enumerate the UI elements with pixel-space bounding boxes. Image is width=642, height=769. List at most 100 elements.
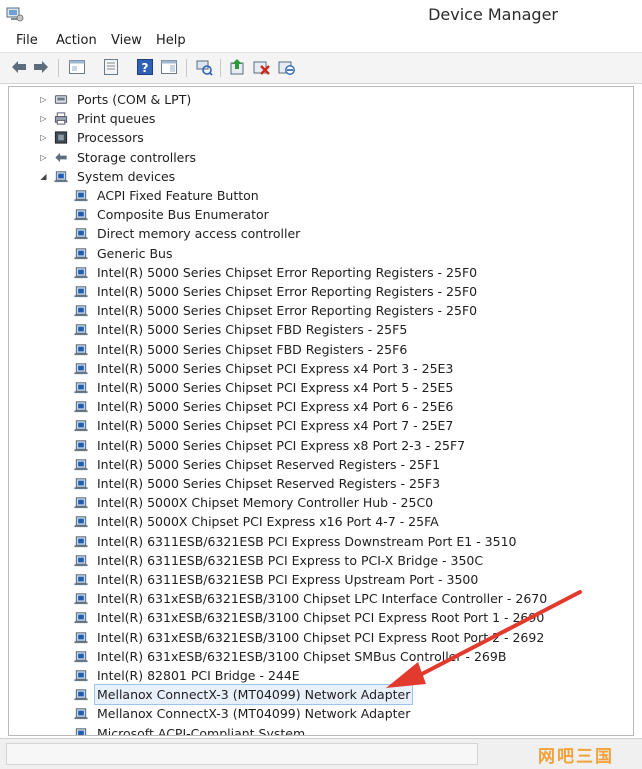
system-device-icon	[74, 247, 88, 259]
system-device-icon	[74, 343, 88, 355]
tree-device-row[interactable]: ACPI Fixed Feature Button	[9, 186, 629, 205]
tree-item-label: Intel(R) 5000 Series Chipset PCI Express…	[97, 380, 454, 395]
expand-arrow-icon[interactable]: ▷	[39, 90, 48, 109]
show-hide-tree-icon[interactable]	[68, 58, 86, 76]
ports-icon	[54, 95, 68, 104]
system-device-icon	[74, 286, 88, 298]
system-device-icon	[74, 631, 88, 643]
system-device-icon	[74, 593, 88, 605]
tree-device-row[interactable]: Intel(R) 5000 Series Chipset PCI Express…	[9, 359, 629, 378]
tree-device-row[interactable]: Intel(R) 5000X Chipset PCI Express x16 P…	[9, 512, 629, 531]
tree-device-row[interactable]: Intel(R) 5000 Series Chipset FBD Registe…	[9, 340, 629, 359]
tree-device-row[interactable]: Direct memory access controller	[9, 224, 629, 243]
update-driver-icon[interactable]	[228, 58, 246, 76]
forward-arrow-icon[interactable]	[32, 58, 50, 76]
menu-action[interactable]: Action	[56, 33, 97, 48]
system-device-icon	[74, 190, 88, 202]
tree-device-row[interactable]: Intel(R) 5000X Chipset Memory Controller…	[9, 493, 629, 512]
tree-item-label: Intel(R) 631xESB/6321ESB/3100 Chipset PC…	[97, 610, 545, 626]
tree-category-row[interactable]: ▷ Print queues	[9, 109, 629, 128]
system-device-icon	[74, 382, 88, 394]
tree-item-label: Storage controllers	[77, 149, 197, 165]
menu-view[interactable]: View	[111, 33, 142, 48]
tree-device-row[interactable]: Intel(R) 6311ESB/6321ESB PCI Express Dow…	[9, 532, 629, 551]
system-devices-icon	[54, 171, 68, 182]
back-arrow-icon[interactable]	[10, 58, 28, 76]
tree-device-row[interactable]: Mellanox ConnectX-3 (MT04099) Network Ad…	[9, 704, 629, 723]
tree-device-row[interactable]: Intel(R) 631xESB/6321ESB/3100 Chipset PC…	[9, 608, 629, 627]
tree-category-row[interactable]: ◢ System devices	[9, 167, 629, 186]
tree-device-row[interactable]: Intel(R) 5000 Series Chipset Error Repor…	[9, 282, 629, 301]
menu-file[interactable]: File	[16, 33, 38, 48]
tree-device-row[interactable]: Intel(R) 5000 Series Chipset Error Repor…	[9, 301, 629, 320]
system-device-icon	[74, 689, 88, 701]
tree-device-row[interactable]: Intel(R) 6311ESB/6321ESB PCI Express Ups…	[9, 570, 629, 589]
tree-item-label: Intel(R) 5000 Series Chipset Error Repor…	[97, 303, 478, 319]
tree-item-label: Ports (COM & LPT)	[77, 92, 192, 107]
tree-category-row[interactable]: ▷ Storage controllers	[9, 148, 629, 167]
tree-item-label: Microsoft ACPI-Compliant System	[97, 725, 306, 736]
tree-device-row[interactable]: Intel(R) 5000 Series Chipset Reserved Re…	[9, 474, 629, 493]
storage-controller-icon	[55, 152, 67, 162]
expand-arrow-icon[interactable]: ▷	[39, 128, 48, 147]
system-device-icon	[74, 535, 88, 547]
tree-device-row[interactable]: Intel(R) 5000 Series Chipset PCI Express…	[9, 378, 629, 397]
system-device-icon	[74, 267, 88, 278]
tree-device-row[interactable]: Intel(R) 6311ESB/6321ESB PCI Express to …	[9, 551, 629, 570]
expand-arrow-icon[interactable]: ▷	[39, 148, 48, 167]
tree-item-label: Intel(R) 631xESB/6321ESB/3100 Chipset SM…	[97, 648, 507, 664]
tree-item-label: Intel(R) 5000 Series Chipset Reserved Re…	[97, 476, 441, 491]
tree-device-row[interactable]: Mellanox ConnectX-3 (MT04099) Network Ad…	[9, 684, 629, 706]
tree-item-label: Composite Bus Enumerator	[97, 207, 269, 223]
toolbar-separator	[58, 59, 59, 77]
tree-device-row[interactable]: Intel(R) 5000 Series Chipset PCI Express…	[9, 416, 629, 435]
show-hide-action-pane-icon[interactable]	[160, 58, 178, 76]
tree-item-label: ACPI Fixed Feature Button	[97, 188, 259, 203]
system-device-icon	[74, 324, 88, 336]
tree-item-label: Direct memory access controller	[97, 226, 301, 242]
tree-item-label: Intel(R) 6311ESB/6321ESB PCI Express Ups…	[97, 572, 479, 587]
tree-device-row[interactable]: Intel(R) 82801 PCI Bridge - 244E	[9, 666, 629, 685]
tree-device-row[interactable]: Microsoft ACPI-Compliant System	[9, 724, 629, 736]
expand-arrow-icon[interactable]: ▷	[39, 109, 48, 128]
tree-item-label: Intel(R) 5000 Series Chipset Error Repor…	[97, 264, 478, 280]
toolbar-separator	[186, 59, 187, 77]
collapse-arrow-icon[interactable]: ◢	[39, 167, 48, 186]
tree-device-row[interactable]: Intel(R) 5000 Series Chipset PCI Express…	[9, 436, 629, 455]
tree-device-row[interactable]: Intel(R) 631xESB/6321ESB/3100 Chipset PC…	[9, 628, 629, 647]
tree-device-row[interactable]: Intel(R) 5000 Series Chipset FBD Registe…	[9, 320, 629, 339]
system-device-icon	[74, 478, 88, 490]
printer-icon	[54, 112, 68, 125]
system-device-icon	[74, 555, 88, 566]
uninstall-device-icon[interactable]	[252, 58, 270, 76]
tree-category-row[interactable]: ▷ Ports (COM & LPT)	[9, 90, 629, 109]
tree-device-row[interactable]: Composite Bus Enumerator	[9, 205, 629, 224]
tree-item-label: Intel(R) 5000X Chipset Memory Controller…	[97, 495, 434, 511]
tree-item-label: Intel(R) 5000X Chipset PCI Express x16 P…	[97, 514, 439, 530]
status-bar: 网吧三国	[0, 738, 642, 769]
tree-device-row[interactable]: Intel(R) 5000 Series Chipset PCI Express…	[9, 397, 629, 416]
toolbar-separator	[220, 59, 221, 77]
tree-device-row[interactable]: Intel(R) 5000 Series Chipset Reserved Re…	[9, 455, 629, 474]
disable-device-icon[interactable]	[277, 58, 295, 76]
tree-device-row[interactable]: Intel(R) 631xESB/6321ESB/3100 Chipset SM…	[9, 647, 629, 666]
menu-bar: File Action View Help	[0, 30, 642, 52]
tree-item-label: Intel(R) 5000 Series Chipset PCI Express…	[97, 437, 466, 453]
menu-help[interactable]: Help	[156, 33, 186, 48]
scan-hardware-changes-icon[interactable]	[195, 58, 213, 76]
system-device-icon	[74, 612, 88, 624]
tree-device-row[interactable]: Intel(R) 5000 Series Chipset Error Repor…	[9, 263, 629, 282]
tree-item-label: Intel(R) 631xESB/6321ESB/3100 Chipset PC…	[97, 629, 545, 645]
device-tree[interactable]: ▷ Ports (COM & LPT) ▷ Print queues ▷ Processo…	[8, 86, 634, 736]
tree-item-label: Generic Bus	[97, 245, 173, 261]
properties-icon[interactable]	[102, 58, 120, 76]
tree-device-row[interactable]: Intel(R) 631xESB/6321ESB/3100 Chipset LP…	[9, 589, 629, 608]
tree-item-label: Mellanox ConnectX-3 (MT04099) Network Ad…	[97, 706, 411, 722]
tree-category-row[interactable]: ▷ Processors	[9, 128, 629, 147]
system-device-icon	[74, 651, 88, 662]
window-title: Device Manager	[428, 5, 558, 24]
system-device-icon	[74, 363, 88, 374]
tree-device-row[interactable]: Generic Bus	[9, 244, 629, 263]
watermark: 网吧三国	[538, 747, 614, 767]
help-icon[interactable]: ?	[136, 58, 154, 76]
